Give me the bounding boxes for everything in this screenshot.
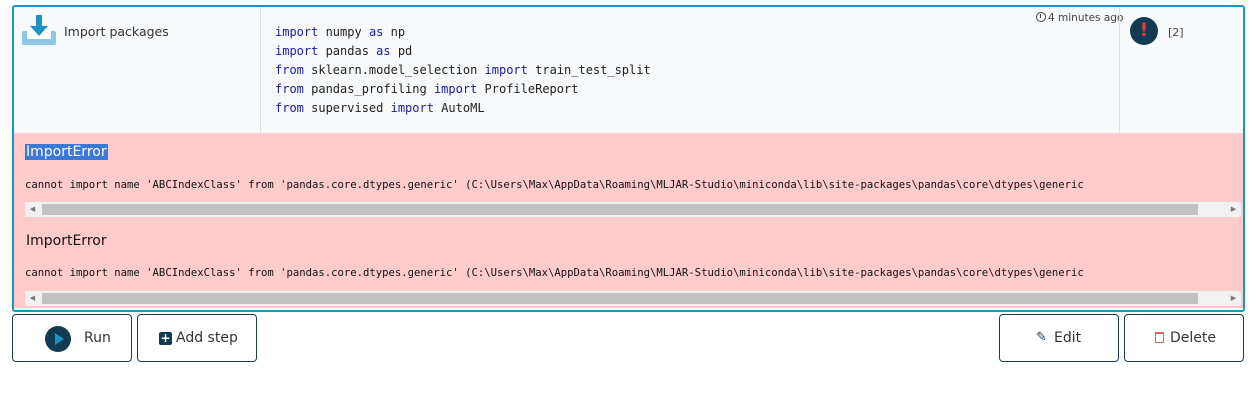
play-icon <box>45 326 71 352</box>
timestamp-text: 4 minutes ago <box>1048 12 1124 24</box>
notebook-cell[interactable]: Import packages import numpy as np import… <box>12 5 1245 312</box>
scroll-right-icon[interactable]: ▶ <box>1226 291 1241 306</box>
error-output: ImportError cannot import name 'ABCIndex… <box>14 221 1243 308</box>
status-column: [2] <box>1119 7 1243 133</box>
scroll-left-icon[interactable]: ◀ <box>25 202 40 217</box>
timestamp: 4 minutes ago <box>1036 12 1123 24</box>
delete-button[interactable]: Delete <box>1124 314 1244 362</box>
error-message: cannot import name 'ABCIndexClass' from … <box>25 179 1084 191</box>
scroll-right-icon[interactable]: ▶ <box>1226 202 1241 217</box>
delete-label: Delete <box>1170 330 1216 346</box>
execution-count: [2] <box>1168 26 1184 39</box>
download-icon <box>22 15 56 45</box>
cell-header: Import packages import numpy as np import… <box>14 7 1243 133</box>
plus-square-icon: + <box>159 331 172 345</box>
scroll-left-icon[interactable]: ◀ <box>25 291 40 306</box>
horizontal-scrollbar[interactable]: ◀ ▶ <box>25 291 1241 306</box>
code-block[interactable]: import numpy as np import pandas as pd fro… <box>275 23 651 118</box>
code-line: from sklearn.model_selection import trai… <box>275 63 651 77</box>
error-title: ImportError <box>25 144 108 160</box>
add-step-button[interactable]: + Add step <box>137 314 257 362</box>
run-label: Run <box>84 330 111 346</box>
edit-button[interactable]: ✎ Edit <box>999 314 1119 362</box>
add-step-label: Add step <box>176 330 238 346</box>
code-line: import pandas as pd <box>275 44 413 58</box>
trash-icon <box>1155 332 1164 343</box>
scrollbar-thumb[interactable] <box>42 204 1198 215</box>
run-button[interactable]: Run <box>12 314 132 362</box>
edit-icon: ✎ <box>1036 330 1047 345</box>
error-output: ImportError cannot import name 'ABCIndex… <box>14 133 1243 221</box>
error-title: ImportError <box>26 233 107 249</box>
code-line: from pandas_profiling import ProfileRepo… <box>275 82 579 96</box>
code-line: from supervised import AutoML <box>275 101 485 115</box>
error-message: cannot import name 'ABCIndexClass' from … <box>25 267 1084 279</box>
step-label: Import packages <box>64 24 169 39</box>
horizontal-scrollbar[interactable]: ◀ ▶ <box>25 202 1241 217</box>
clock-icon <box>1036 12 1046 22</box>
scrollbar-thumb[interactable] <box>42 293 1198 304</box>
edit-label: Edit <box>1054 330 1082 346</box>
code-editor[interactable]: import numpy as np import pandas as pd fro… <box>261 7 1119 133</box>
step-column: Import packages <box>14 7 261 133</box>
error-icon <box>1130 17 1158 45</box>
code-line: import numpy as np <box>275 25 406 39</box>
